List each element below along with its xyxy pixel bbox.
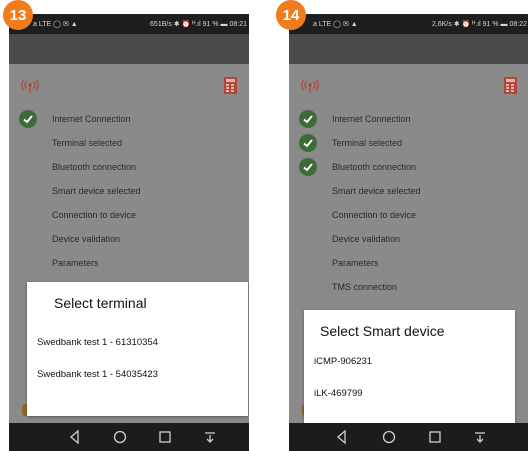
step-label: TMS connection — [332, 282, 398, 292]
app-bar — [289, 34, 528, 64]
terminal-option[interactable]: Swedbank test 1 - 61310354 — [37, 337, 236, 348]
navigation-bar — [9, 423, 249, 451]
step-item: Bluetooth connection — [289, 156, 528, 180]
step-item: Connection to device — [289, 204, 528, 228]
navigation-bar — [289, 423, 528, 451]
status-left-icons: a LTE ◯ ✉ ▲ — [33, 21, 78, 28]
step-label: Bluetooth connection — [332, 162, 417, 172]
step-item: Parameters — [9, 252, 249, 276]
step-number-badge: 14 — [276, 0, 306, 30]
step-item: Internet Connection — [289, 108, 528, 132]
back-icon[interactable] — [66, 428, 84, 446]
step-item: Device validation — [9, 228, 249, 252]
antenna-icon — [301, 79, 319, 93]
home-icon[interactable] — [111, 428, 129, 446]
status-left-icons: a LTE ◯ ✉ ▲ — [313, 21, 358, 28]
step-item: Smart device selected — [9, 180, 249, 204]
step-label: Connection to device — [332, 210, 417, 220]
terminal-option[interactable]: Swedbank test 1 - 54035423 — [37, 369, 236, 380]
dialog-title: Select Smart device — [320, 323, 445, 339]
step-label: Smart device selected — [332, 186, 421, 196]
step-label: Device validation — [332, 234, 401, 244]
step-item: Terminal selected — [9, 132, 249, 156]
app-bar — [9, 34, 249, 64]
step-label: Parameters — [332, 258, 379, 268]
recents-icon[interactable] — [426, 428, 444, 446]
step-label: Internet Connection — [52, 114, 131, 124]
phone-screen-14: a LTE ◯ ✉ ▲ 2,6K/s ✱ ⏰ ᴴ.ıl 91 % ▬ 08:22… — [289, 14, 528, 451]
check-circle-icon — [299, 158, 317, 176]
phone-screen-13: a LTE ◯ ✉ ▲ 651B/s ✱ ⏰ ᴴ.ıl 91 % ▬ 08:21… — [9, 14, 249, 451]
step-item: Connection to device — [9, 204, 249, 228]
step-label: Device validation — [52, 234, 121, 244]
step-label: Smart device selected — [52, 186, 141, 196]
check-circle-icon — [19, 110, 37, 128]
check-circle-icon — [299, 134, 317, 152]
step-item: Smart device selected — [289, 180, 528, 204]
calculator-icon[interactable] — [504, 77, 517, 94]
device-option[interactable]: iLK-469799 — [314, 388, 504, 399]
status-bar: a LTE ◯ ✉ ▲ 2,6K/s ✱ ⏰ ᴴ.ıl 91 % ▬ 08:22 — [289, 14, 528, 34]
step-label: Terminal selected — [332, 138, 403, 148]
device-option[interactable]: iCMP-906231 — [314, 356, 504, 367]
step-item: Parameters — [289, 252, 528, 276]
select-smart-device-dialog: Select Smart device iCMP-906231 iLK-4697… — [304, 310, 515, 428]
step-number-badge: 13 — [3, 0, 33, 30]
step-item: Bluetooth connection — [9, 156, 249, 180]
check-circle-icon — [299, 110, 317, 128]
status-right-info: 651B/s ✱ ⏰ ᴴ.ıl 91 % ▬ 08:21 — [150, 21, 247, 28]
recents-icon[interactable] — [156, 428, 174, 446]
back-icon[interactable] — [333, 428, 351, 446]
step-item: Terminal selected — [289, 132, 528, 156]
notifications-icon[interactable] — [471, 428, 489, 446]
step-item: Internet Connection — [9, 108, 249, 132]
step-label: Bluetooth connection — [52, 162, 137, 172]
antenna-icon — [21, 79, 39, 93]
status-bar: a LTE ◯ ✉ ▲ 651B/s ✱ ⏰ ᴴ.ıl 91 % ▬ 08:21 — [9, 14, 249, 34]
status-right-info: 2,6K/s ✱ ⏰ ᴴ.ıl 91 % ▬ 08:22 — [431, 21, 527, 28]
step-label: Connection to device — [52, 210, 137, 220]
step-item: TMS connection — [289, 276, 528, 300]
notifications-icon[interactable] — [201, 428, 219, 446]
select-terminal-dialog: Select terminal Swedbank test 1 - 613103… — [27, 282, 248, 416]
dialog-title: Select terminal — [54, 295, 147, 311]
step-label: Terminal selected — [52, 138, 123, 148]
step-label: Internet Connection — [332, 114, 411, 124]
step-item: Device validation — [289, 228, 528, 252]
home-icon[interactable] — [380, 428, 398, 446]
calculator-icon[interactable] — [224, 77, 237, 94]
step-label: Parameters — [52, 258, 99, 268]
